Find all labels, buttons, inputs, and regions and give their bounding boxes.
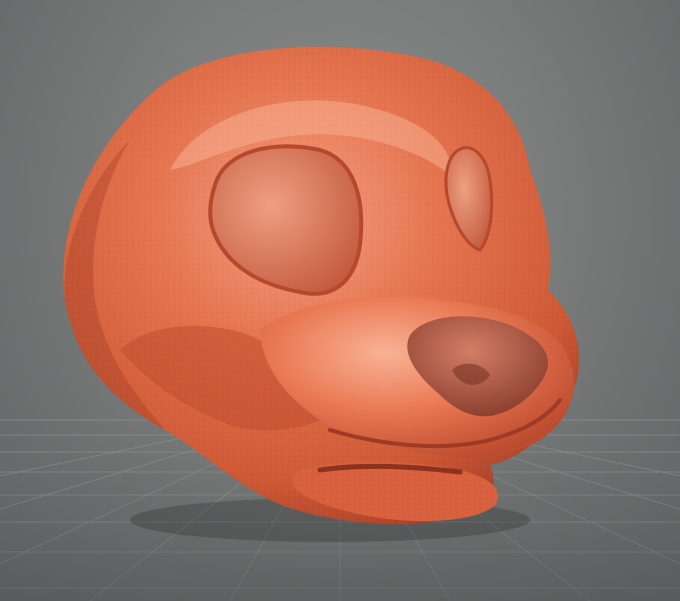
viewport-canvas[interactable]	[0, 0, 680, 601]
sculpt-viewport[interactable]	[0, 0, 680, 601]
